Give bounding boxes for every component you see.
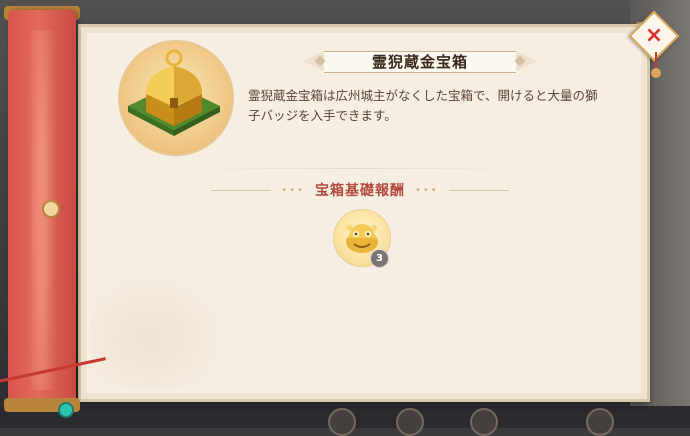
reward-heading-label: 宝箱基礎報酬 bbox=[315, 183, 405, 199]
hud-slot-icon[interactable] bbox=[396, 408, 424, 436]
hud-slot-icon[interactable] bbox=[586, 408, 614, 436]
close-tassel-bead-icon bbox=[651, 68, 661, 78]
paper-floral-decoration bbox=[90, 260, 240, 390]
reward-heading: ••• 宝箱基礎報酬 ••• bbox=[200, 180, 520, 200]
section-divider bbox=[190, 168, 520, 169]
treasure-chest-icon bbox=[128, 49, 220, 136]
reward-count-badge: 3 bbox=[370, 249, 389, 268]
title-banner: 霊猊蔵金宝箱 bbox=[300, 49, 540, 73]
dialog-title: 霊猊蔵金宝箱 bbox=[371, 52, 468, 71]
item-description: 霊猊蔵金宝箱は広州城主がなくした宝箱で、開けると大量の獅子バッジを入手できます。 bbox=[248, 88, 598, 123]
scroll-knob-icon bbox=[42, 200, 60, 218]
jade-bead-icon bbox=[58, 402, 74, 418]
close-icon: × bbox=[644, 23, 664, 48]
hud-slot-icon[interactable] bbox=[328, 408, 356, 436]
hud-slot-icon[interactable] bbox=[470, 408, 498, 436]
